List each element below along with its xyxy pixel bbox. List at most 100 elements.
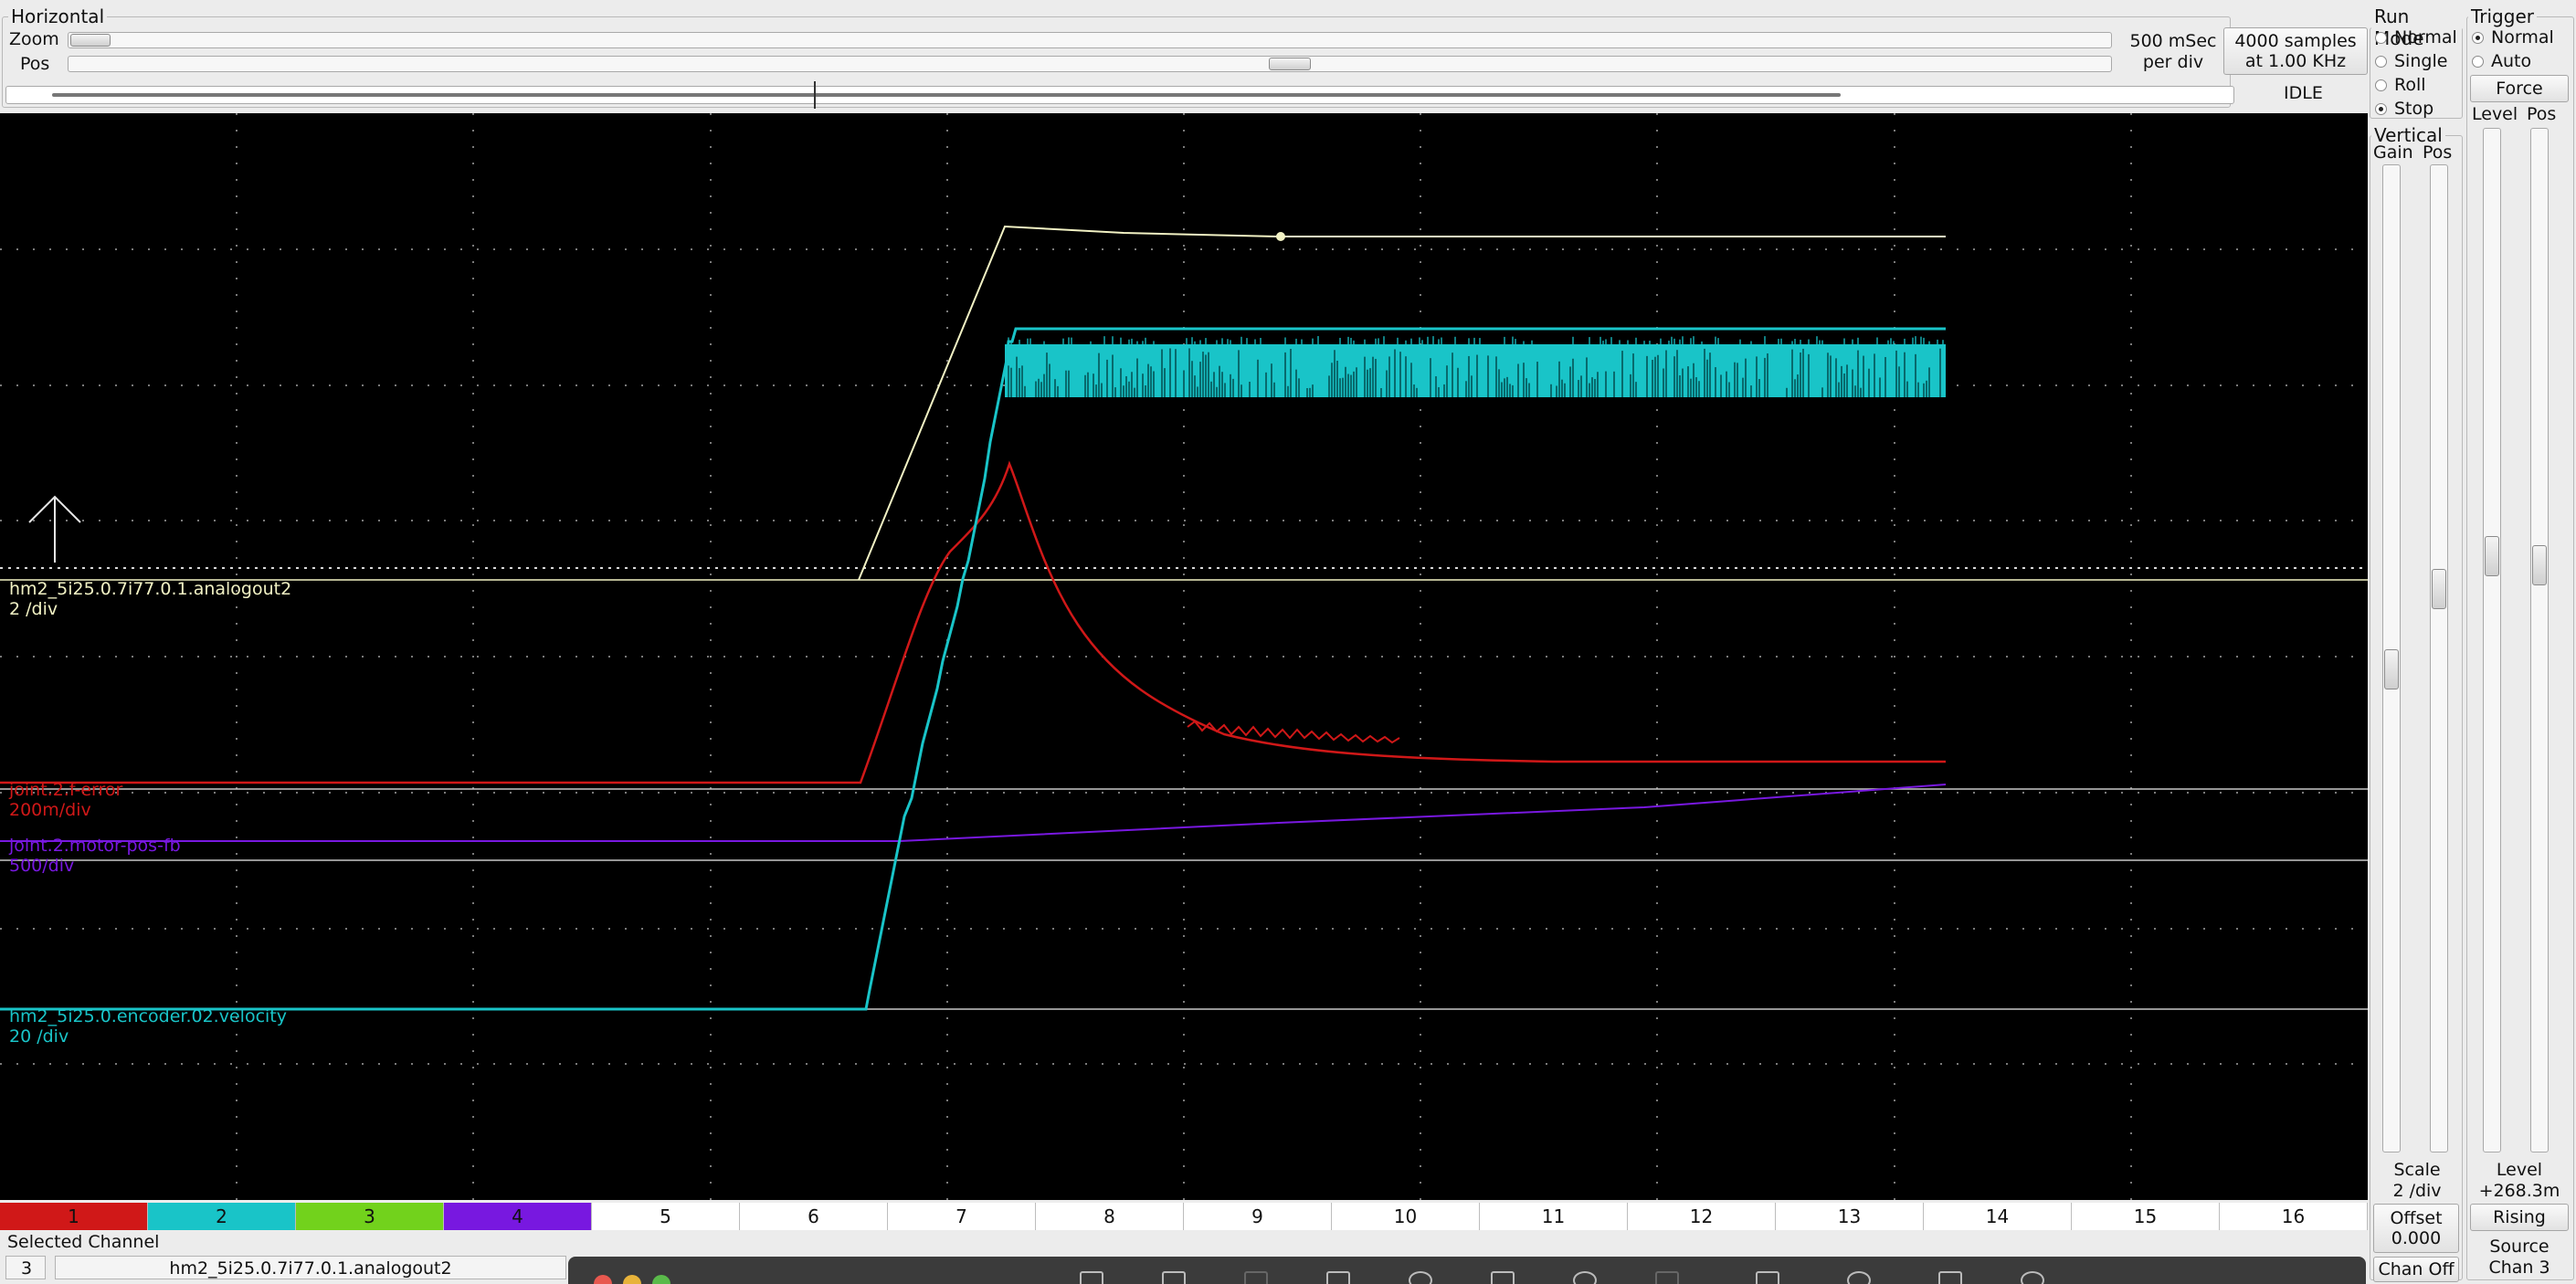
record-view-marker bbox=[814, 81, 816, 109]
window-close-icon[interactable] bbox=[594, 1275, 612, 1284]
toolbar-icon-5[interactable] bbox=[1409, 1271, 1432, 1284]
toolbar-icon-12[interactable] bbox=[2021, 1271, 2044, 1284]
vertical-offset-button[interactable]: Offset 0.000 bbox=[2373, 1204, 2459, 1253]
toolbar-icon-9[interactable] bbox=[1756, 1271, 1779, 1284]
horizontal-title: Horizontal bbox=[11, 5, 105, 27]
channel-button-5[interactable]: 5 bbox=[592, 1203, 740, 1230]
channel-button-6[interactable]: 6 bbox=[740, 1203, 888, 1230]
vertical-gain-handle[interactable] bbox=[2384, 649, 2399, 689]
channel-button-4[interactable]: 4 bbox=[444, 1203, 592, 1230]
radio-icon bbox=[2375, 79, 2387, 91]
motor-pos-fb-trace bbox=[0, 784, 1947, 842]
record-span-line bbox=[52, 93, 1841, 97]
f-error-trace bbox=[0, 460, 1946, 784]
trigger-source-button[interactable]: Source Chan 3 bbox=[2468, 1237, 2571, 1279]
trigger-pos-handle[interactable] bbox=[2532, 545, 2547, 585]
trigger-level-handle[interactable] bbox=[2485, 536, 2499, 576]
channel-button-10[interactable]: 10 bbox=[1332, 1203, 1480, 1230]
channel-button-2[interactable]: 2 bbox=[148, 1203, 296, 1230]
run-mode-roll[interactable]: Roll bbox=[2375, 75, 2426, 95]
trigger-source-value: Chan 3 bbox=[2488, 1258, 2550, 1278]
radio-icon bbox=[2375, 55, 2387, 68]
force-button[interactable]: Force bbox=[2470, 75, 2569, 102]
run-mode-stop[interactable]: Stop bbox=[2375, 99, 2433, 119]
pos-slider[interactable] bbox=[68, 56, 2112, 72]
samples-button[interactable]: 4000 samples at 1.00 KHz bbox=[2223, 27, 2368, 75]
run-mode-single[interactable]: Single bbox=[2375, 51, 2447, 71]
channel-button-8[interactable]: 8 bbox=[1036, 1203, 1184, 1230]
vertical-pos-slider[interactable] bbox=[2430, 164, 2448, 1152]
channel-button-14[interactable]: 14 bbox=[1924, 1203, 2072, 1230]
overlapping-window bbox=[568, 1257, 2366, 1284]
vertical-pos-label: Pos bbox=[2423, 142, 2453, 163]
samples-count: 4000 samples bbox=[2234, 31, 2357, 51]
pos-label: Pos bbox=[20, 54, 50, 74]
vertical-offset-value: 0.000 bbox=[2391, 1228, 2442, 1248]
toolbar-icon-10[interactable] bbox=[1847, 1271, 1871, 1284]
selected-channel-name: hm2_5i25.0.7i77.0.1.analogout2 bbox=[55, 1256, 566, 1279]
trigger-pos-slider[interactable] bbox=[2530, 128, 2549, 1152]
channel-button-1[interactable]: 1 bbox=[0, 1203, 148, 1230]
zoom-slider[interactable] bbox=[68, 32, 2112, 48]
trace-label-f-error-name: joint.2.f-error bbox=[8, 780, 123, 800]
rate-value: 500 mSec bbox=[2129, 31, 2217, 51]
trace-label-motor-pos-fb-name: joint.2.motor-pos-fb bbox=[8, 836, 181, 856]
scope-grid bbox=[0, 113, 2368, 1200]
trigger-title: Trigger bbox=[2471, 5, 2534, 27]
radio-icon bbox=[2375, 31, 2387, 44]
trigger-level-readout[interactable]: Level +268.3m bbox=[2468, 1160, 2571, 1202]
trigger-level-label: Level bbox=[2472, 104, 2518, 124]
trace-label-analogout2-scale: 2 /div bbox=[9, 599, 58, 619]
vertical-pos-handle[interactable] bbox=[2432, 569, 2446, 609]
pos-slider-handle[interactable] bbox=[1269, 58, 1311, 70]
vertical-scale-caption: Scale bbox=[2393, 1160, 2441, 1180]
scope-display[interactable]: hm2_5i25.0.7i77.0.1.analogout2 2 /div jo… bbox=[0, 113, 2368, 1200]
toolbar-icon-6[interactable] bbox=[1491, 1271, 1515, 1284]
trigger-arrow-icon bbox=[28, 495, 81, 563]
record-position-bar[interactable] bbox=[5, 81, 2234, 109]
window-maximize-icon[interactable] bbox=[652, 1275, 670, 1284]
toolbar-icon-2[interactable] bbox=[1162, 1271, 1186, 1284]
selected-channel-title: Selected Channel bbox=[7, 1232, 160, 1252]
analogout2-trace bbox=[858, 225, 1946, 581]
vertical-scale-value: 2 /div bbox=[2392, 1181, 2442, 1201]
trace-label-motor-pos-fb-scale: 500/div bbox=[9, 856, 74, 876]
vertical-scale-readout: Scale 2 /div bbox=[2371, 1160, 2463, 1202]
velocity-trace bbox=[0, 327, 1946, 1011]
velocity-noise-band bbox=[1005, 336, 1946, 397]
toolbar-icon-3[interactable] bbox=[1244, 1271, 1268, 1284]
zoom-label: Zoom bbox=[9, 29, 59, 49]
zoom-slider-handle[interactable] bbox=[70, 34, 111, 47]
toolbar-icon-4[interactable] bbox=[1326, 1271, 1350, 1284]
toolbar-icon-7[interactable] bbox=[1573, 1271, 1597, 1284]
window-minimize-icon[interactable] bbox=[623, 1275, 641, 1284]
channel-button-11[interactable]: 11 bbox=[1480, 1203, 1628, 1230]
radio-selected-icon bbox=[2375, 102, 2387, 115]
channel-button-9[interactable]: 9 bbox=[1184, 1203, 1332, 1230]
channel-button-7[interactable]: 7 bbox=[888, 1203, 1036, 1230]
trigger-level-value: +268.3m bbox=[2478, 1181, 2560, 1201]
run-mode-normal[interactable]: Normal bbox=[2375, 27, 2457, 47]
channel-button-15[interactable]: 15 bbox=[2072, 1203, 2220, 1230]
trigger-source-caption: Source bbox=[2489, 1237, 2550, 1257]
trigger-auto[interactable]: Auto bbox=[2472, 51, 2531, 71]
trigger-level-caption: Level bbox=[2496, 1160, 2543, 1180]
toolbar-icon-8[interactable] bbox=[1655, 1271, 1679, 1284]
chan-off-button[interactable]: Chan Off bbox=[2373, 1257, 2459, 1282]
trigger-edge-button[interactable]: Rising bbox=[2470, 1204, 2569, 1231]
channel-button-3[interactable]: 3 bbox=[296, 1203, 444, 1230]
vertical-gain-slider[interactable] bbox=[2382, 164, 2401, 1152]
rate-unit: per div bbox=[2142, 52, 2204, 72]
channel-button-12[interactable]: 12 bbox=[1628, 1203, 1776, 1230]
trigger-normal[interactable]: Normal bbox=[2472, 27, 2554, 47]
trace-label-velocity-scale: 20 /div bbox=[9, 1026, 69, 1047]
channel-button-16[interactable]: 16 bbox=[2220, 1203, 2368, 1230]
rate-readout: 500 mSec per div bbox=[2119, 31, 2227, 73]
toolbar-icon-1[interactable] bbox=[1080, 1271, 1103, 1284]
trigger-level-slider[interactable] bbox=[2483, 128, 2501, 1152]
toolbar-icon-11[interactable] bbox=[1938, 1271, 1962, 1284]
channel-button-13[interactable]: 13 bbox=[1776, 1203, 1924, 1230]
scope-state: IDLE bbox=[2284, 83, 2323, 103]
vertical-offset-caption: Offset bbox=[2390, 1208, 2443, 1228]
trace-label-velocity-name: hm2_5i25.0.encoder.02.velocity bbox=[9, 1006, 287, 1026]
